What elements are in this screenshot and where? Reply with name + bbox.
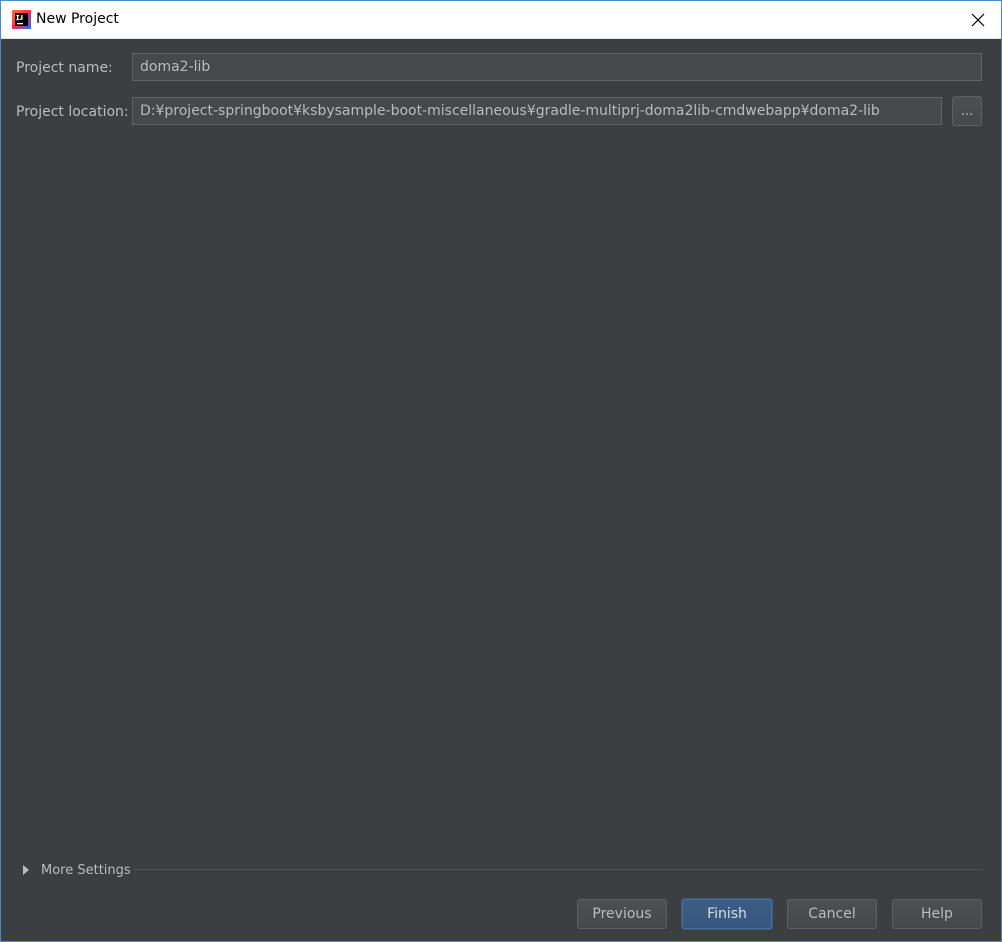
project-location-field[interactable]: D:¥project-springboot¥ksbysample-boot-mi… <box>132 97 942 125</box>
project-location-label: Project location: <box>16 104 129 120</box>
close-button[interactable] <box>955 1 1001 38</box>
intellij-idea-icon <box>12 10 31 29</box>
more-settings-label: More Settings <box>41 862 131 878</box>
cancel-button[interactable]: Cancel <box>787 899 877 929</box>
project-name-label: Project name: <box>16 60 113 76</box>
browse-button[interactable]: ... <box>952 96 982 126</box>
new-project-dialog: New Project Project name: doma2-lib Proj… <box>0 0 1002 942</box>
more-settings-toggle[interactable]: More Settings <box>23 861 131 879</box>
title-bar: New Project <box>1 1 1001 39</box>
project-name-field[interactable]: doma2-lib <box>132 53 982 81</box>
finish-button[interactable]: Finish <box>682 899 772 929</box>
window-title: New Project <box>36 11 119 27</box>
divider <box>134 869 982 870</box>
help-button[interactable]: Help <box>892 899 982 929</box>
expand-triangle-icon <box>23 865 29 875</box>
close-icon <box>971 13 985 26</box>
dialog-content: Project name: doma2-lib Project location… <box>1 39 1001 941</box>
previous-button[interactable]: Previous <box>577 899 667 929</box>
